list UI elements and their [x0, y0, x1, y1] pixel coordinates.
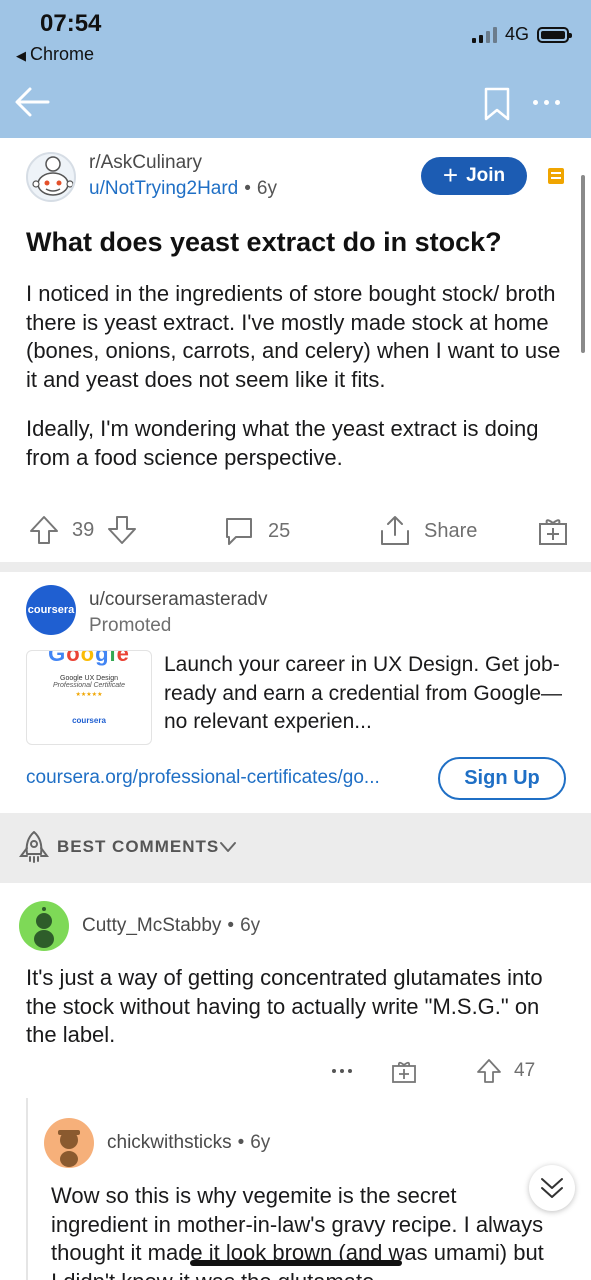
promo-user[interactable]: u/courseramasteradv — [89, 589, 267, 611]
comment-count: 25 — [268, 519, 291, 542]
comments-button[interactable]: 25 — [222, 514, 290, 548]
separator-dot: • — [227, 915, 235, 936]
comment-body: It's just a way of getting concentrated … — [26, 965, 543, 1047]
next-comment-button[interactable] — [529, 1165, 575, 1211]
mod-shield-icon[interactable] — [547, 167, 565, 185]
sort-label: BEST COMMENTS — [57, 837, 220, 856]
author-line: u/NotTrying2Hard • 6y — [89, 178, 277, 200]
more-icon[interactable] — [528, 92, 564, 112]
snoo-avatar-icon — [34, 907, 54, 948]
top-bar: 07:54 ◀ Chrome 4G — [0, 0, 591, 138]
join-button[interactable]: + Join — [421, 157, 527, 195]
separator-dot: • — [244, 178, 251, 199]
comment-icon — [226, 518, 252, 545]
upvote-icon[interactable] — [476, 1058, 502, 1084]
comment-age: 6y — [240, 915, 261, 936]
post-author[interactable]: u/NotTrying2Hard — [89, 178, 238, 199]
vote-group: 39 — [28, 514, 138, 546]
bookmark-icon[interactable] — [482, 86, 512, 122]
share-button[interactable]: Share — [378, 514, 477, 548]
promo-link[interactable]: coursera.org/professional-certificates/g… — [26, 767, 426, 789]
google-logo: Google — [48, 650, 130, 666]
award-icon[interactable] — [391, 1058, 417, 1084]
back-to-app[interactable]: ◀ Chrome — [16, 44, 94, 65]
upvote-icon[interactable] — [28, 514, 60, 546]
post-paragraph: I noticed in the ingredients of store bo… — [26, 281, 561, 392]
award-icon — [539, 519, 567, 545]
separator-dot: • — [237, 1132, 245, 1153]
network-label: 4G — [504, 24, 529, 44]
thread-line — [26, 1098, 28, 1280]
thumb-title: Google UX Design — [60, 675, 118, 682]
thumb-rating-stars: ★★★★★ — [75, 692, 103, 698]
more-icon[interactable] — [332, 1069, 352, 1073]
post-actions: 39 25 Share — [0, 508, 591, 552]
subreddit-name[interactable]: r/AskCulinary — [89, 152, 202, 174]
back-arrow-icon[interactable] — [12, 82, 52, 122]
promoted-label: Promoted — [89, 615, 172, 636]
post-title: What does yeast extract do in stock? — [26, 227, 502, 257]
post-body: I noticed in the ingredients of store bo… — [26, 280, 571, 493]
post-age: 6y — [256, 178, 277, 199]
join-label: Join — [466, 165, 506, 186]
share-label: Share — [424, 519, 478, 542]
plus-icon: + — [442, 160, 459, 190]
award-button[interactable] — [537, 514, 569, 546]
comment-age: 6y — [250, 1132, 271, 1153]
comment-vote-count: 47 — [514, 1060, 536, 1081]
back-triangle-icon: ◀ — [16, 48, 26, 63]
comment-avatar[interactable] — [44, 1118, 94, 1168]
share-icon — [381, 516, 409, 545]
chevron-down-icon — [220, 842, 236, 852]
double-chevron-down-icon — [541, 1178, 563, 1198]
thumb-brand: coursera — [72, 716, 106, 725]
snoo-chef-icon — [32, 156, 74, 196]
battery-icon — [537, 26, 572, 43]
comment-actions: 47 — [0, 1055, 591, 1087]
snoo-avatar-icon — [58, 1130, 80, 1167]
comment-author[interactable]: chickwithsticks — [107, 1132, 232, 1153]
vote-count: 39 — [72, 518, 95, 541]
comment-avatar[interactable] — [19, 901, 69, 951]
post-paragraph: Ideally, I'm wondering what the yeast ex… — [26, 416, 539, 470]
subreddit-avatar[interactable] — [26, 152, 76, 202]
promo-thumbnail[interactable]: Google Google UX Design Professional Cer… — [26, 650, 152, 745]
home-indicator[interactable] — [190, 1260, 402, 1266]
section-divider — [0, 562, 591, 572]
comment-author-line: Cutty_McStabby • 6y — [82, 915, 260, 937]
back-app-label: Chrome — [30, 44, 95, 64]
comment-author[interactable]: Cutty_McStabby — [82, 915, 221, 936]
rocket-icon — [19, 831, 49, 863]
status-time: 07:54 — [40, 10, 102, 37]
signal-icon — [471, 26, 497, 43]
sign-up-button[interactable]: Sign Up — [438, 757, 566, 800]
comment-sort-bar[interactable]: BEST COMMENTS — [0, 813, 591, 883]
comment-author-line: chickwithsticks • 6y — [107, 1132, 270, 1154]
downvote-icon[interactable] — [106, 514, 138, 546]
promo-text[interactable]: Launch your career in UX Design. Get job… — [164, 651, 564, 737]
promo-avatar[interactable]: coursera — [26, 585, 76, 635]
thumb-subtitle: Professional Certificate — [53, 682, 125, 689]
status-icons: 4G — [471, 24, 572, 45]
scrollbar[interactable] — [581, 175, 585, 353]
